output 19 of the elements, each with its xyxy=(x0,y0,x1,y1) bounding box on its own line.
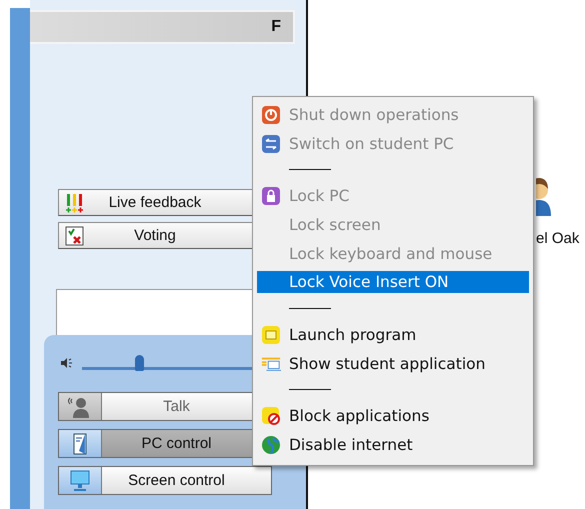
menu-item[interactable]: Launch program xyxy=(257,320,529,349)
slider-thumb[interactable] xyxy=(135,355,144,371)
block-icon xyxy=(261,406,281,426)
monitor-icon xyxy=(68,470,92,492)
menu-item[interactable]: Lock Voice Insert ON xyxy=(257,271,529,293)
speaker-person-icon xyxy=(68,396,92,418)
launch-window-icon xyxy=(261,324,281,344)
lock-icon xyxy=(261,186,281,206)
swap-arrows-icon xyxy=(261,134,281,154)
header-label: F xyxy=(271,18,281,36)
power-icon xyxy=(261,104,281,124)
bars-icon xyxy=(65,192,85,212)
student-avatar-icon xyxy=(536,178,551,216)
globe-icon xyxy=(261,434,281,454)
speaker-icon xyxy=(60,357,74,369)
screen-control-button[interactable]: Screen control xyxy=(58,466,272,495)
menu-item[interactable]: Show student application xyxy=(257,349,529,378)
ballot-icon xyxy=(65,226,85,246)
student-name: el Oak xyxy=(536,230,580,247)
